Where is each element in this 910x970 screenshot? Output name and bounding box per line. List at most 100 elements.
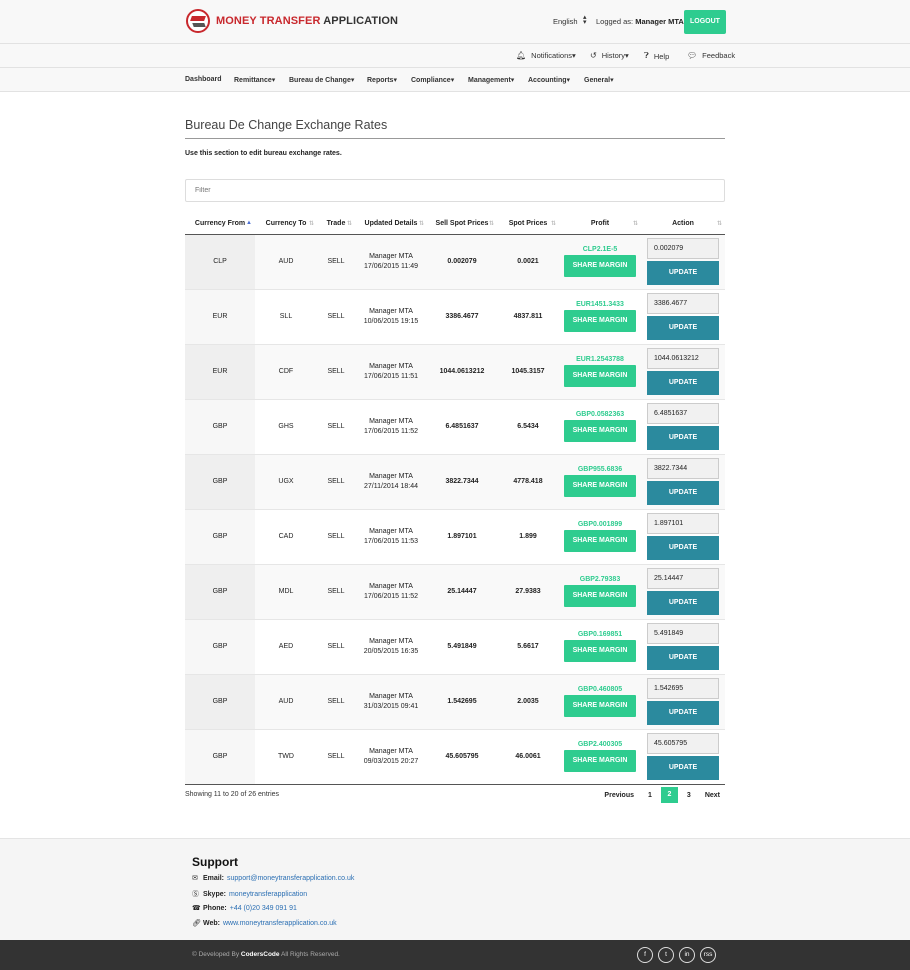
col-profit[interactable]: Profit ⇅ xyxy=(559,214,641,235)
rate-input[interactable] xyxy=(647,238,719,259)
pagination-page-3[interactable]: 3 xyxy=(682,788,696,803)
update-button[interactable]: UPDATE xyxy=(647,701,719,725)
nav-general[interactable]: General▾ xyxy=(584,76,614,84)
app-logo[interactable]: MONEY TRANSFER APPLICATION xyxy=(186,9,398,33)
cell-profit: GBP0.0582363 SHARE MARGIN xyxy=(559,398,641,454)
linkedin-icon[interactable]: in xyxy=(679,947,695,963)
share-margin-button[interactable]: SHARE MARGIN xyxy=(564,530,636,552)
filter-input[interactable] xyxy=(185,179,725,202)
cell-sell-spot-price: 3386.4677 xyxy=(427,288,497,344)
share-margin-button[interactable]: SHARE MARGIN xyxy=(564,640,636,662)
col-spot-prices[interactable]: Spot Prices ⇅ xyxy=(497,214,559,235)
nav-compliance[interactable]: Compliance▾ xyxy=(411,76,454,84)
cell-profit: EUR1.2543788 SHARE MARGIN xyxy=(559,343,641,399)
email-link[interactable]: support@moneytransferapplication.co.uk xyxy=(227,875,354,882)
updated-user: Manager MTA xyxy=(369,362,413,370)
cell-trade: SELL xyxy=(317,233,355,289)
history-menu[interactable]: ↺ History ▾ xyxy=(590,51,629,60)
sort-icon: ⇅ xyxy=(418,221,424,227)
profit-value: EUR1.2543788 xyxy=(576,356,624,363)
update-button[interactable]: UPDATE xyxy=(647,371,719,395)
rate-input[interactable] xyxy=(647,513,719,534)
logo-text: MONEY TRANSFER APPLICATION xyxy=(216,15,398,27)
cell-currency-from: GBP xyxy=(185,508,255,564)
col-updated-details[interactable]: Updated Details ⇅ xyxy=(355,214,427,235)
cell-action: UPDATE xyxy=(641,343,725,399)
cell-currency-to: UGX xyxy=(255,453,317,509)
facebook-icon[interactable]: f xyxy=(637,947,653,963)
col-action[interactable]: Action ⇅ xyxy=(641,214,725,235)
update-button[interactable]: UPDATE xyxy=(647,261,719,285)
nav-management[interactable]: Management▾ xyxy=(468,76,514,84)
profit-value: CLP2.1E-5 xyxy=(582,246,618,253)
update-button[interactable]: UPDATE xyxy=(647,646,719,670)
cell-trade: SELL xyxy=(317,343,355,399)
update-button[interactable]: UPDATE xyxy=(647,591,719,615)
main-nav: Dashboard Remittance▾ Bureau de Change▾ … xyxy=(0,68,910,92)
cell-currency-from: GBP xyxy=(185,398,255,454)
copyright-brand[interactable]: CodersCode xyxy=(241,951,280,958)
cell-trade: SELL xyxy=(317,398,355,454)
share-margin-button[interactable]: SHARE MARGIN xyxy=(564,750,636,773)
rate-input[interactable] xyxy=(647,568,719,589)
share-margin-button[interactable]: SHARE MARGIN xyxy=(564,255,636,277)
rate-input[interactable] xyxy=(647,678,719,699)
col-currency-to[interactable]: Currency To ⇅ xyxy=(255,214,317,235)
logo-icon xyxy=(186,9,210,33)
cell-action: UPDATE xyxy=(641,673,725,729)
language-select[interactable]: English xyxy=(553,17,578,26)
twitter-icon[interactable]: t xyxy=(658,947,674,963)
pagination-page-1[interactable]: 1 xyxy=(643,788,657,803)
notifications-menu[interactable]: 🔔︎ Notifications ▾ xyxy=(516,51,576,60)
nav-remittance[interactable]: Remittance▾ xyxy=(234,76,275,84)
share-margin-button[interactable]: SHARE MARGIN xyxy=(564,365,636,387)
nav-accounting[interactable]: Accounting▾ xyxy=(528,76,570,84)
update-button[interactable]: UPDATE xyxy=(647,756,719,781)
share-margin-button[interactable]: SHARE MARGIN xyxy=(564,310,636,332)
col-trade[interactable]: Trade ⇅ xyxy=(317,214,355,235)
update-button[interactable]: UPDATE xyxy=(647,316,719,340)
cell-updated-details: Manager MTA 20/05/2015 16:35 xyxy=(355,618,427,674)
cell-profit: GBP0.169851 SHARE MARGIN xyxy=(559,618,641,674)
cell-spot-price: 0.0021 xyxy=(497,233,559,289)
update-button[interactable]: UPDATE xyxy=(647,426,719,450)
pagination-next[interactable]: Next xyxy=(700,788,725,803)
col-sell-spot-prices[interactable]: Sell Spot Prices ⇅ xyxy=(427,214,497,235)
cell-updated-details: Manager MTA 17/06/2015 11:52 xyxy=(355,398,427,454)
table-row: GBP AED SELL Manager MTA 20/05/2015 16:35 5.4… xyxy=(185,618,725,674)
pagination-previous[interactable]: Previous xyxy=(599,788,639,803)
cell-spot-price: 6.5434 xyxy=(497,398,559,454)
help-link[interactable]: ❓︎ Help xyxy=(644,51,669,61)
phone-link[interactable]: +44 (0)20 349 091 91 xyxy=(230,905,297,912)
rate-input[interactable] xyxy=(647,403,719,424)
pagination-page-2[interactable]: 2 xyxy=(660,787,678,803)
rate-input[interactable] xyxy=(647,733,719,755)
cell-currency-from: GBP xyxy=(185,618,255,674)
share-margin-button[interactable]: SHARE MARGIN xyxy=(564,420,636,442)
cell-action: UPDATE xyxy=(641,563,725,619)
skype-link[interactable]: moneytransferapplication xyxy=(229,891,307,898)
update-button[interactable]: UPDATE xyxy=(647,481,719,505)
nav-bureau-de-change[interactable]: Bureau de Change▾ xyxy=(289,76,354,84)
rss-icon[interactable]: rss xyxy=(700,947,716,963)
update-button[interactable]: UPDATE xyxy=(647,536,719,560)
cell-trade: SELL xyxy=(317,508,355,564)
rate-input[interactable] xyxy=(647,293,719,314)
feedback-link[interactable]: 💬︎ Feedback xyxy=(687,51,735,60)
nav-dashboard[interactable]: Dashboard xyxy=(185,76,222,83)
link-icon: 🔗︎ xyxy=(192,920,201,927)
rate-input[interactable] xyxy=(647,623,719,644)
col-currency-from[interactable]: Currency From ▲ xyxy=(185,214,255,235)
web-link[interactable]: www.moneytransferapplication.co.uk xyxy=(223,920,337,927)
share-margin-button[interactable]: SHARE MARGIN xyxy=(564,585,636,607)
cell-profit: GBP0.001899 SHARE MARGIN xyxy=(559,508,641,564)
nav-reports[interactable]: Reports▾ xyxy=(367,76,397,84)
share-margin-button[interactable]: SHARE MARGIN xyxy=(564,695,636,717)
caret-icon: ▾ xyxy=(572,51,576,60)
rate-input[interactable] xyxy=(647,348,719,369)
share-margin-button[interactable]: SHARE MARGIN xyxy=(564,475,636,497)
nav-label: General xyxy=(584,77,611,84)
rate-input[interactable] xyxy=(647,458,719,479)
cell-trade: SELL xyxy=(317,618,355,674)
logout-button[interactable]: LOGOUT xyxy=(684,10,726,34)
